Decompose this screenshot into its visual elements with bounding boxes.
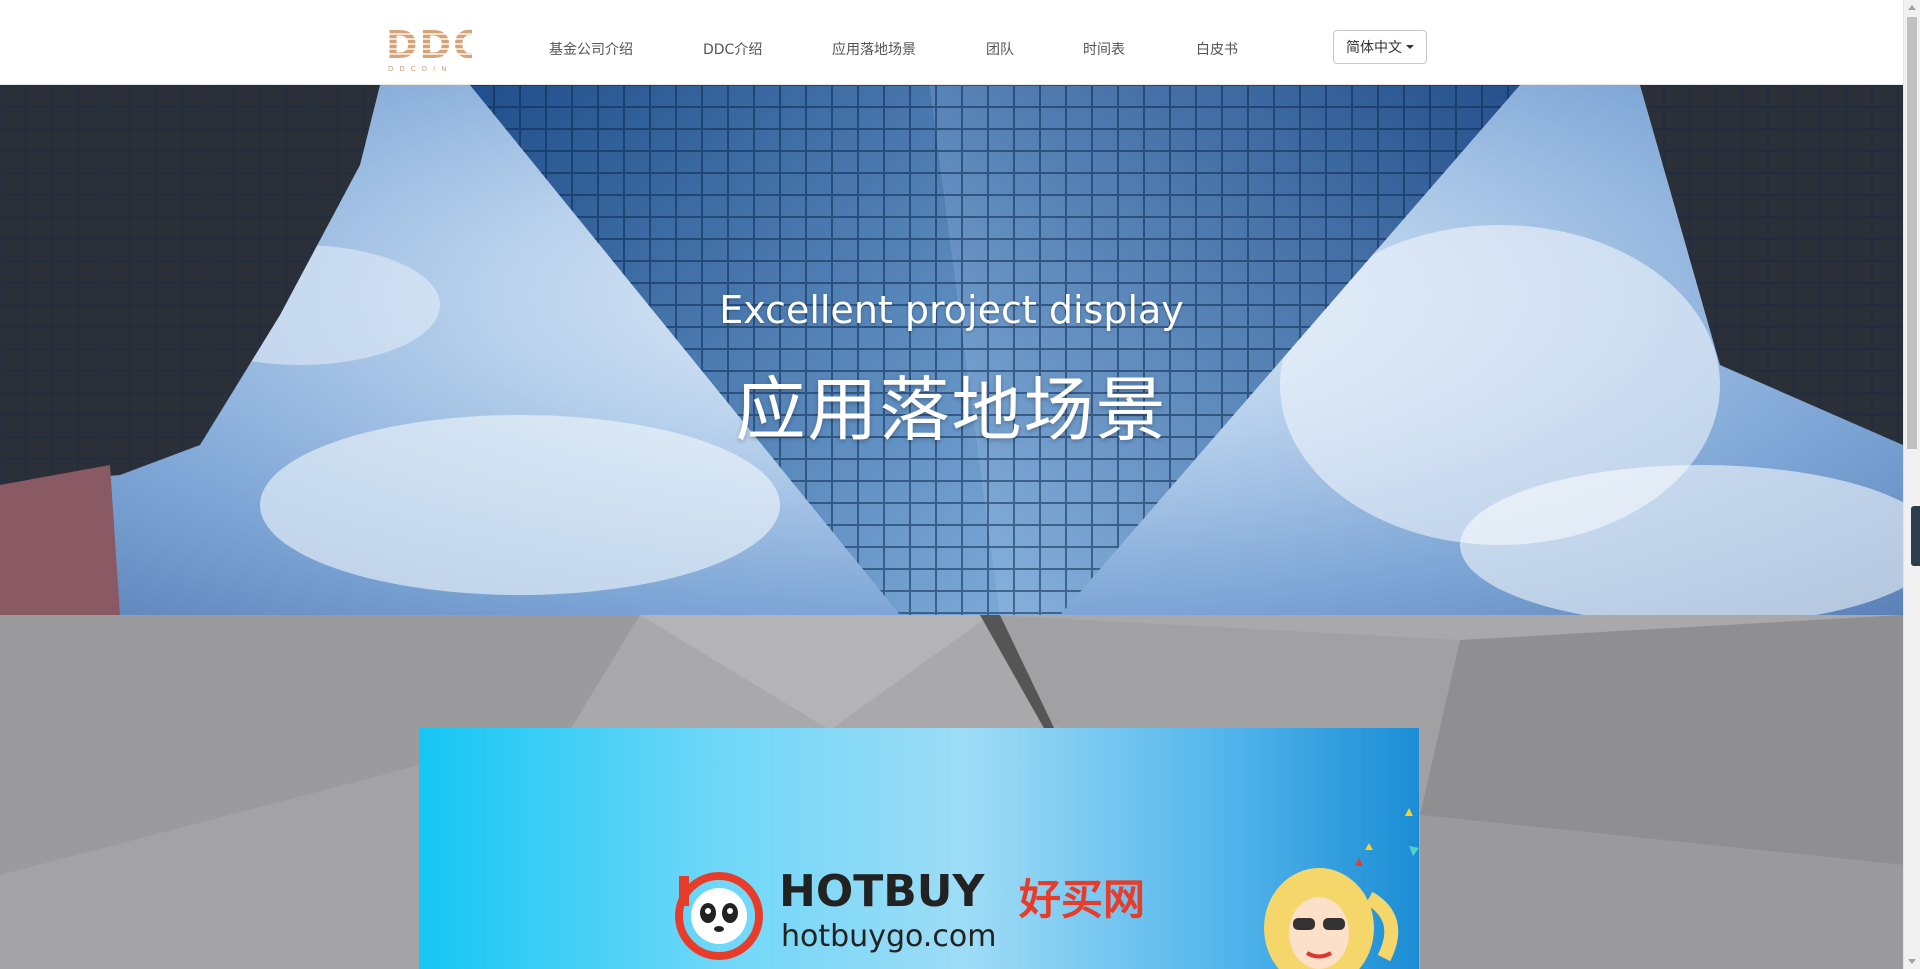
scroll-up-arrow-icon[interactable] bbox=[1908, 5, 1916, 10]
skyscraper-background-image bbox=[0, 85, 1903, 615]
nav-item-application-scenarios[interactable]: 应用落地场景 bbox=[832, 39, 916, 59]
hero-subtitle: Excellent project display bbox=[719, 288, 1184, 332]
nav-item-fund-company[interactable]: 基金公司介绍 bbox=[549, 39, 633, 59]
mascot-girl-illustration bbox=[1264, 808, 1419, 969]
page-scrollbar[interactable] bbox=[1903, 0, 1920, 969]
hotbuy-url: hotbuygo.com bbox=[781, 919, 997, 954]
top-navbar: DDC DDCOIN 基金公司介绍 DDC介绍 应用落地场景 团队 时间表 白皮… bbox=[0, 0, 1903, 85]
nav-item-team[interactable]: 团队 bbox=[986, 39, 1014, 59]
nav-item-whitepaper[interactable]: 白皮书 bbox=[1196, 39, 1238, 59]
nav-item-timeline[interactable]: 时间表 bbox=[1083, 39, 1125, 59]
hero-banner: Excellent project display 应用落地场景 bbox=[0, 85, 1903, 615]
ddc-logo[interactable]: DDC DDCOIN bbox=[386, 23, 483, 73]
hero-title: 应用落地场景 bbox=[735, 369, 1168, 451]
hotbuy-brand-text: HOTBUY bbox=[779, 866, 985, 917]
hotbuy-brand-cn: 好买网 bbox=[1019, 875, 1146, 924]
nav-item-ddc-intro[interactable]: DDC介绍 bbox=[703, 39, 762, 59]
showcase-section: HOTBUY 好买网 hotbuygo.com bbox=[0, 615, 1903, 969]
language-label: 简体中文 bbox=[1346, 40, 1402, 56]
hotbuy-project-banner[interactable]: HOTBUY 好买网 hotbuygo.com bbox=[419, 728, 1419, 969]
language-dropdown[interactable]: 简体中文 bbox=[1333, 30, 1427, 64]
caret-down-icon bbox=[1406, 45, 1414, 49]
scrollbar-thumb[interactable] bbox=[1907, 17, 1917, 449]
scroll-down-arrow-icon[interactable] bbox=[1908, 959, 1916, 964]
side-floating-tab[interactable] bbox=[1911, 506, 1920, 566]
panda-logo-icon bbox=[675, 872, 763, 960]
logo-text: DDC bbox=[386, 23, 483, 67]
